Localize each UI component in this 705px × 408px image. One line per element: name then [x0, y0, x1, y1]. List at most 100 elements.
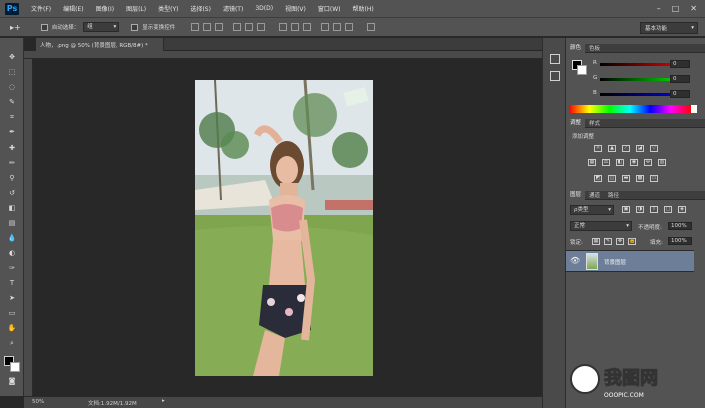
align-bottom-icon[interactable] — [215, 23, 224, 31]
tab-layers[interactable]: 图层 — [566, 190, 586, 200]
distribute-right-icon[interactable] — [345, 23, 354, 31]
hue-saturation-icon[interactable]: ▦ — [588, 159, 596, 166]
rectangle-tool-icon[interactable]: ▭ — [6, 308, 18, 318]
threshold-icon[interactable]: ▬ — [622, 175, 630, 182]
minimize-icon[interactable]: – — [657, 4, 661, 13]
pen-tool-icon[interactable]: ✑ — [6, 263, 18, 273]
crop-tool-icon[interactable]: ⌗ — [6, 112, 18, 122]
lasso-tool-icon[interactable]: ◌ — [6, 82, 18, 92]
blur-tool-icon[interactable]: 💧 — [6, 233, 18, 243]
clone-stamp-tool-icon[interactable]: ⚲ — [6, 173, 18, 183]
layer-filter-dropdown[interactable]: ρ类型 ▾ — [570, 205, 614, 215]
menu-view[interactable]: 视图(V) — [279, 4, 312, 13]
vibrance-icon[interactable]: ▽ — [650, 145, 658, 152]
menu-file[interactable]: 文件(F) — [25, 4, 57, 13]
menu-layer[interactable]: 图层(L) — [120, 4, 152, 13]
invert-icon[interactable]: ◩ — [594, 175, 602, 182]
curves-icon[interactable]: ⟋ — [622, 145, 630, 152]
layer-row[interactable]: 👁 背景图层 — [566, 250, 694, 272]
background-color-swatch[interactable] — [10, 362, 20, 372]
white-swatch[interactable] — [691, 105, 697, 113]
lock-position-icon[interactable]: ✥ — [616, 238, 624, 245]
document-image[interactable] — [195, 80, 373, 376]
color-balance-icon[interactable]: ⚖ — [602, 159, 610, 166]
align-vcenter-icon[interactable] — [203, 23, 212, 31]
path-select-tool-icon[interactable]: ➤ — [6, 293, 18, 303]
move-tool-preset-icon[interactable]: ▸+ — [10, 23, 21, 32]
visibility-eye-icon[interactable]: 👁 — [570, 256, 580, 265]
selective-color-icon[interactable]: ▩ — [636, 175, 644, 182]
history-panel-icon[interactable] — [550, 54, 560, 64]
levels-icon[interactable]: ▲ — [608, 145, 616, 152]
horizontal-ruler[interactable] — [24, 51, 542, 59]
auto-align-icon[interactable] — [367, 23, 376, 31]
distribute-vcenter-icon[interactable] — [291, 23, 300, 31]
blend-mode-dropdown[interactable]: 正常 ▾ — [570, 221, 632, 231]
properties-panel-icon[interactable] — [550, 71, 560, 81]
green-value-field[interactable]: 0 — [670, 75, 690, 83]
menu-select[interactable]: 选择(S) — [184, 4, 217, 13]
tab-channels[interactable]: 通道 — [585, 191, 604, 199]
lock-transparent-icon[interactable]: ▦ — [592, 238, 600, 245]
move-tool-icon[interactable]: ✥ — [6, 52, 18, 62]
channel-mixer-icon[interactable]: ✣ — [644, 159, 652, 166]
gradient-tool-icon[interactable]: ▤ — [6, 218, 18, 228]
exposure-icon[interactable]: ◪ — [636, 145, 644, 152]
tab-styles[interactable]: 样式 — [585, 119, 604, 127]
blue-value-field[interactable]: 0 — [670, 90, 690, 98]
filter-type-icon[interactable]: T — [650, 206, 658, 213]
filter-shape-icon[interactable]: ▢ — [664, 206, 672, 213]
show-transform-checkbox[interactable] — [131, 23, 139, 31]
distribute-top-icon[interactable] — [279, 23, 288, 31]
posterize-icon[interactable]: ◫ — [608, 175, 616, 182]
distribute-left-icon[interactable] — [321, 23, 330, 31]
zoom-level[interactable]: 50% — [32, 399, 44, 405]
distribute-bottom-icon[interactable] — [303, 23, 312, 31]
status-menu-arrow-icon[interactable]: ▸ — [162, 398, 165, 404]
color-spectrum-bar[interactable] — [569, 105, 691, 113]
menu-image[interactable]: 图像(I) — [90, 4, 120, 13]
dodge-tool-icon[interactable]: ◐ — [6, 248, 18, 258]
quick-mask-icon[interactable]: ◙ — [6, 376, 18, 386]
quick-select-tool-icon[interactable]: ✎ — [6, 97, 18, 107]
lock-all-icon[interactable]: 🔒 — [628, 238, 636, 245]
auto-select-dropdown[interactable]: 组 ▾ — [83, 22, 120, 32]
menu-help[interactable]: 帮助(H) — [347, 4, 380, 13]
menu-3d[interactable]: 3D(D) — [249, 5, 279, 12]
brightness-contrast-icon[interactable]: ☼ — [594, 145, 602, 152]
tab-paths[interactable]: 路径 — [604, 191, 623, 199]
menu-type[interactable]: 类型(Y) — [152, 4, 184, 13]
zoom-tool-icon[interactable]: ⌕ — [6, 338, 18, 348]
menu-edit[interactable]: 编辑(E) — [57, 4, 89, 13]
fill-field[interactable]: 100% — [668, 237, 692, 245]
align-right-icon[interactable] — [257, 23, 266, 31]
filter-pixel-icon[interactable]: ▣ — [622, 206, 630, 213]
gradient-map-icon[interactable]: ▭ — [650, 175, 658, 182]
lock-pixels-icon[interactable]: ✎ — [604, 238, 612, 245]
tab-swatches[interactable]: 色板 — [585, 44, 604, 52]
menu-filter[interactable]: 滤镜(T) — [217, 4, 249, 13]
opacity-field[interactable]: 100% — [668, 222, 692, 230]
document-tab[interactable]: 人物，.png @ 50% (背景图层, RGB/8#) * — [36, 38, 164, 51]
menu-window[interactable]: 窗口(W) — [312, 4, 347, 13]
tab-adjustments[interactable]: 调整 — [566, 118, 586, 128]
photo-filter-icon[interactable]: ◉ — [630, 159, 638, 166]
color-lookup-icon[interactable]: ▥ — [658, 159, 666, 166]
marquee-tool-icon[interactable]: ⬚ — [6, 67, 18, 77]
align-top-icon[interactable] — [191, 23, 200, 31]
red-value-field[interactable]: 0 — [670, 60, 690, 68]
vertical-ruler[interactable] — [24, 59, 33, 396]
hand-tool-icon[interactable]: ✋ — [6, 323, 18, 333]
type-tool-icon[interactable]: T — [6, 278, 18, 288]
maximize-icon[interactable]: □ — [672, 4, 680, 13]
background-swatch[interactable] — [577, 65, 587, 75]
distribute-hcenter-icon[interactable] — [333, 23, 342, 31]
brush-tool-icon[interactable]: ✏ — [6, 158, 18, 168]
black-white-icon[interactable]: ◧ — [616, 159, 624, 166]
align-hcenter-icon[interactable] — [245, 23, 254, 31]
tab-color[interactable]: 颜色 — [566, 43, 586, 53]
eyedropper-tool-icon[interactable]: ✒ — [6, 127, 18, 137]
filter-smart-object-icon[interactable]: ◈ — [678, 206, 686, 213]
workspace-switcher[interactable]: 基本功能 ▾ — [640, 22, 698, 34]
healing-brush-tool-icon[interactable]: ✚ — [6, 143, 18, 153]
